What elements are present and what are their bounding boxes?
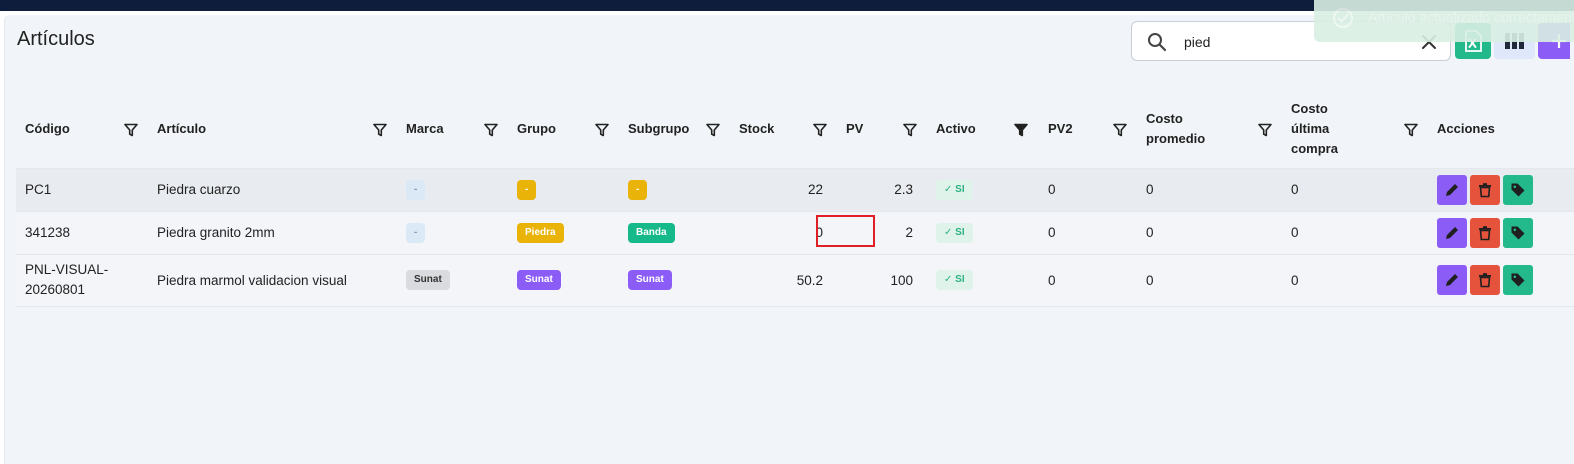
delete-button[interactable]: [1470, 265, 1500, 295]
edit-button[interactable]: [1437, 265, 1467, 295]
cell-costo-ultima: 0: [1282, 253, 1428, 307]
filter-icon[interactable]: [483, 122, 499, 138]
tag-icon: [1511, 273, 1525, 287]
cell-pv: 100: [837, 253, 927, 307]
cell-articulo: Piedra cuarzo: [148, 167, 397, 211]
filter-icon[interactable]: [705, 122, 721, 138]
filter-icon[interactable]: [902, 122, 918, 138]
edit-button[interactable]: [1437, 217, 1467, 248]
edit-button[interactable]: [1437, 174, 1467, 205]
cell-articulo: Piedra marmol validacion visual: [148, 253, 397, 307]
active-badge: ✓ SI: [936, 270, 973, 290]
filter-icon[interactable]: [812, 122, 828, 138]
delete-button[interactable]: [1470, 174, 1500, 205]
grupo-badge: Piedra: [517, 222, 564, 243]
column-header-costo-ultima-compra: Costo última compra: [1282, 91, 1428, 168]
subgrupo-badge: -: [628, 179, 648, 200]
column-header-pv: PV: [837, 91, 927, 168]
active-badge: ✓ SI: [936, 222, 973, 243]
column-header-grupo: Grupo: [508, 91, 619, 168]
column-header-acciones: Acciones: [1437, 121, 1495, 137]
filter-icon[interactable]: [123, 122, 139, 138]
check-circle-icon: [1333, 8, 1353, 28]
delete-button[interactable]: [1470, 217, 1500, 248]
cell-stock[interactable]: 22: [730, 167, 837, 211]
column-header-stock: Stock: [730, 91, 837, 168]
success-toast[interactable]: Artículo actualizado correctamente: [1314, 0, 1574, 42]
filter-icon[interactable]: [1257, 122, 1273, 138]
pencil-icon: [1446, 274, 1458, 286]
check-icon: ✓: [944, 226, 956, 238]
cell-pv2: 0: [1039, 253, 1137, 307]
table-row[interactable]: 341238 Piedra granito 2mm - Piedra Banda…: [16, 210, 1574, 254]
trash-icon: [1479, 225, 1491, 240]
cell-stock[interactable]: 50.2: [730, 253, 837, 307]
cell-costo-promedio: 0: [1137, 210, 1282, 254]
cell-pv2: 0: [1039, 210, 1137, 254]
filter-icon[interactable]: [1112, 122, 1128, 138]
subgrupo-badge: Banda: [628, 222, 675, 243]
grupo-badge: Sunat: [517, 270, 561, 290]
row-actions: [1428, 210, 1574, 254]
column-header-articulo: Artículo: [148, 91, 397, 168]
column-header-subgrupo: Subgrupo: [619, 91, 730, 168]
price-tag-button[interactable]: [1503, 174, 1533, 205]
table-row[interactable]: PC1 Piedra cuarzo - - - 22 2.3 ✓ SI 0 0 …: [16, 167, 1574, 211]
marca-badge: -: [406, 222, 426, 243]
marca-badge: -: [406, 179, 426, 200]
pencil-icon: [1446, 226, 1458, 239]
cell-costo-promedio: 0: [1137, 167, 1282, 211]
price-tag-button[interactable]: [1503, 217, 1533, 248]
cell-pv: 2.3: [837, 167, 927, 211]
column-header-costo-promedio: Costo promedio: [1137, 91, 1282, 168]
cell-costo-promedio: 0: [1137, 253, 1282, 307]
marca-badge: Sunat: [406, 270, 450, 290]
articles-table: Código Artículo Marca Grupo Subgrupo Sto…: [16, 91, 1574, 307]
row-actions: [1428, 253, 1574, 307]
column-header-activo: Activo: [927, 91, 1039, 168]
column-header-marca: Marca: [397, 91, 508, 168]
cell-costo-ultima: 0: [1282, 210, 1428, 254]
row-actions: [1428, 167, 1574, 211]
filter-icon[interactable]: [1403, 122, 1419, 138]
table-row[interactable]: PNL-VISUAL-20260801 Piedra marmol valida…: [16, 253, 1574, 307]
price-tag-button[interactable]: [1503, 265, 1533, 295]
filter-icon[interactable]: [594, 122, 610, 138]
trash-icon: [1479, 182, 1491, 197]
cell-codigo: 341238: [16, 210, 148, 254]
page-title: Artículos: [17, 28, 95, 50]
subgrupo-badge: Sunat: [628, 270, 672, 290]
cell-codigo: PNL-VISUAL-20260801: [16, 253, 148, 307]
check-icon: ✓: [944, 274, 956, 285]
pencil-icon: [1446, 183, 1458, 196]
filter-icon-active[interactable]: [1013, 122, 1029, 138]
cell-costo-ultima: 0: [1282, 167, 1428, 211]
filter-icon[interactable]: [372, 122, 388, 138]
search-icon: [1148, 33, 1167, 52]
active-badge: ✓ SI: [936, 179, 973, 200]
cell-articulo: Piedra granito 2mm: [148, 210, 397, 254]
check-icon: ✓: [944, 183, 956, 195]
column-header-codigo: Código: [16, 91, 148, 168]
toast-message: Artículo actualizado correctamente: [1368, 9, 1574, 25]
table-header-row: Código Artículo Marca Grupo Subgrupo Sto…: [16, 91, 1574, 168]
tag-icon: [1511, 226, 1525, 239]
column-header-pv2: PV2: [1039, 91, 1137, 168]
cell-codigo: PC1: [16, 167, 148, 211]
tag-icon: [1511, 183, 1525, 196]
grupo-badge: -: [517, 179, 537, 200]
trash-icon: [1479, 273, 1491, 288]
cell-pv2: 0: [1039, 167, 1137, 211]
highlighted-stock-cell-outline: [816, 215, 875, 247]
